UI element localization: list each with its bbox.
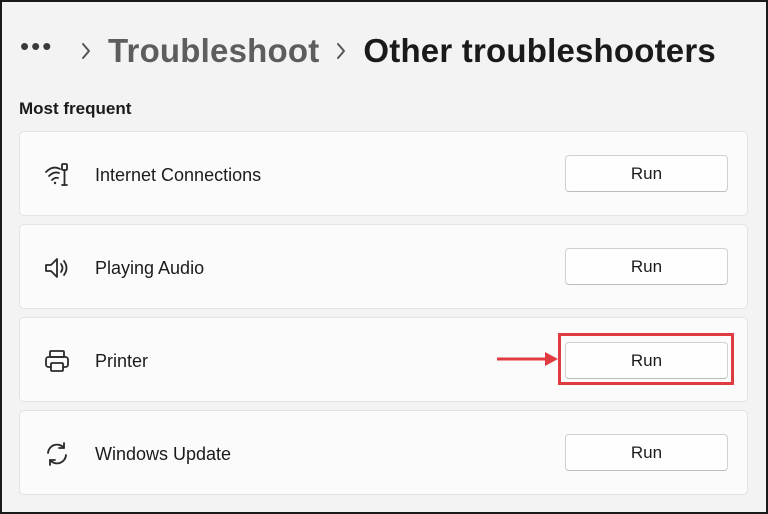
chevron-right-icon [319,36,363,66]
run-printer-button[interactable]: Run [565,342,728,379]
run-windows-update-button[interactable]: Run [565,434,728,471]
section-title: Most frequent [19,99,132,118]
troubleshooter-label: Internet Connections [95,165,262,185]
more-menu-button[interactable]: ••• [20,33,64,59]
printer-icon [42,346,72,376]
troubleshooter-label: Playing Audio [95,258,205,278]
troubleshooter-label: Windows Update [95,444,232,464]
run-playing-audio-button[interactable]: Run [565,248,728,285]
chevron-right-icon [64,36,108,66]
breadcrumb-troubleshoot-link[interactable]: Troubleshoot [108,32,319,70]
breadcrumb: ••• Troubleshoot Other troubleshooters [20,28,716,74]
troubleshooter-playing-audio: Playing Audio Run [19,224,748,309]
troubleshooter-internet-connections: Internet Connections Run [19,131,748,216]
arrow-annotation-icon [497,352,558,366]
speaker-icon [42,253,72,283]
troubleshooter-label: Printer [95,351,149,371]
sync-icon [42,439,72,469]
run-internet-connections-button[interactable]: Run [565,155,728,192]
troubleshooter-windows-update: Windows Update Run [19,410,748,495]
page-title: Other troubleshooters [363,32,716,69]
troubleshooter-printer: Printer Run [19,317,748,402]
wifi-network-icon [42,160,72,190]
settings-window: ••• Troubleshoot Other troubleshooters M… [0,0,768,514]
